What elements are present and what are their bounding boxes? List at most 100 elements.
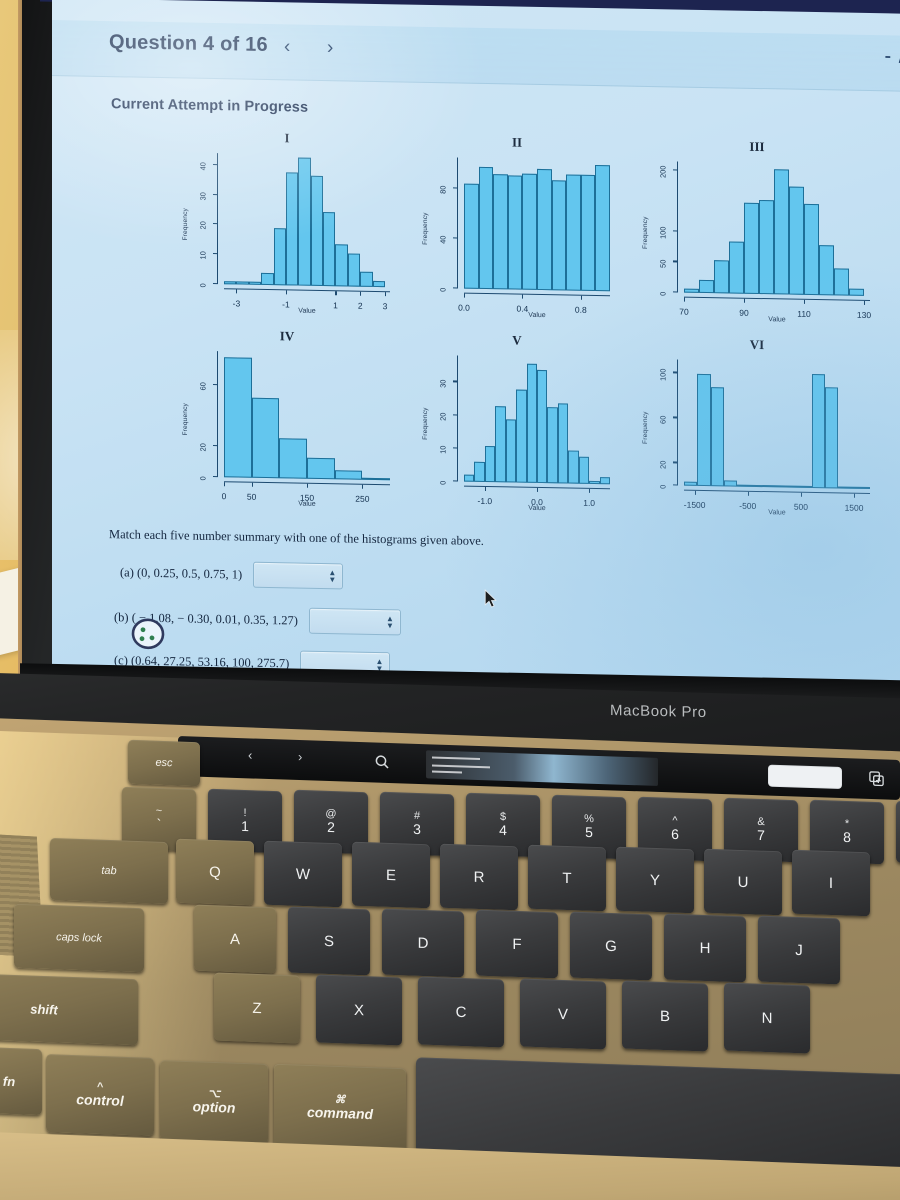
y-tick-mark xyxy=(453,237,457,239)
score-indicator: - / 2 xyxy=(884,45,900,68)
key-primary-label: X xyxy=(353,1001,364,1019)
key-j[interactable]: J xyxy=(758,915,840,985)
key-primary-label: N xyxy=(761,1009,773,1027)
histogram-title: II xyxy=(511,134,523,150)
key-control[interactable]: ^ control xyxy=(46,1054,154,1136)
key-primary-label: 6 xyxy=(671,825,679,843)
key-primary-label: shift xyxy=(30,1001,58,1017)
histogram-bar xyxy=(566,174,581,291)
x-tick-mark xyxy=(360,291,362,296)
key-secondary-label: & xyxy=(757,815,765,829)
option-b-select[interactable]: ▲ ▼ xyxy=(309,607,401,636)
x-tick-mark xyxy=(684,297,686,302)
key-9[interactable]: (9 xyxy=(896,801,900,866)
spinner-arrows-icon: ▲ ▼ xyxy=(386,614,394,631)
histogram-bar xyxy=(347,253,361,287)
histogram-bar xyxy=(599,477,610,485)
key-a[interactable]: A xyxy=(194,904,276,974)
y-tick-mark xyxy=(453,287,457,289)
key-secondary-label: ^ xyxy=(672,814,678,827)
x-tick-mark xyxy=(537,487,539,492)
histogram-panel-II: II 0 40 80 0.0 0.4 0.8 Frequency Value xyxy=(412,133,622,332)
histogram-title: III xyxy=(749,138,765,155)
y-tick-label: 0 xyxy=(658,291,668,296)
histogram-bar xyxy=(537,370,548,484)
key-esc[interactable]: esc xyxy=(128,739,200,787)
histogram-bar xyxy=(849,288,864,296)
touchbar-preview-thumbnail[interactable] xyxy=(426,750,658,786)
key-secondary-label: ! xyxy=(243,806,247,819)
touchbar-search-icon[interactable] xyxy=(374,754,390,771)
y-tick-label: 0 xyxy=(658,484,668,489)
y-axis-title: Frequency xyxy=(422,407,429,440)
y-tick-mark xyxy=(213,475,217,478)
key-u[interactable]: U xyxy=(704,848,782,915)
cookie-consent-icon[interactable] xyxy=(130,617,166,650)
histogram-bar xyxy=(804,203,819,296)
option-a-select[interactable]: ▲ ▼ xyxy=(253,561,344,590)
key-i[interactable]: I xyxy=(792,849,870,917)
key-f[interactable]: F xyxy=(476,909,558,979)
key-n[interactable]: N xyxy=(724,982,810,1054)
x-tick-mark xyxy=(362,484,364,489)
y-tick-mark xyxy=(673,484,677,486)
touchbar-slider[interactable] xyxy=(768,764,842,790)
histogram-title: VI xyxy=(749,336,765,353)
key-tab[interactable]: tab xyxy=(50,837,168,905)
histogram-bar xyxy=(798,485,812,488)
histogram-bar xyxy=(551,180,567,291)
key-command[interactable]: ⌘ command xyxy=(274,1063,406,1153)
x-tick-mark xyxy=(854,493,856,498)
key-r[interactable]: R xyxy=(440,843,518,911)
key-d[interactable]: D xyxy=(382,908,464,978)
histogram-bar xyxy=(323,211,336,287)
key-x[interactable]: X xyxy=(316,974,402,1046)
x-axis-title: Value xyxy=(528,311,546,320)
key-c[interactable]: C xyxy=(418,976,504,1048)
key-s[interactable]: S xyxy=(288,906,370,976)
key-v[interactable]: V xyxy=(520,978,606,1050)
key-shift[interactable]: shift xyxy=(0,972,138,1046)
histogram-plot-area: 0 50 100 200 70 90 110 130 xyxy=(659,161,871,320)
key-caps-lock[interactable]: caps lock xyxy=(14,903,144,973)
key-primary-label: I xyxy=(828,874,834,892)
touchbar-layers-icon[interactable] xyxy=(868,770,885,788)
laptop-screen: Question 4 of 16 ‹ › - / 2 Current Attem… xyxy=(52,0,900,686)
y-axis-line xyxy=(217,351,219,478)
histogram-bar xyxy=(537,168,552,291)
touchbar-next-icon[interactable]: › xyxy=(298,749,302,764)
histogram-bar xyxy=(710,387,724,487)
next-question-icon[interactable]: › xyxy=(327,37,333,59)
previous-question-icon[interactable]: ‹ xyxy=(284,36,290,58)
key-t[interactable]: T xyxy=(528,845,606,912)
key-primary-label: caps lock xyxy=(56,931,102,945)
x-tick-mark xyxy=(744,298,746,303)
histogram-bar xyxy=(589,480,600,485)
key-option[interactable]: ⌥ option xyxy=(160,1060,268,1144)
histogram-bar xyxy=(464,183,479,289)
key-secondary-label: $ xyxy=(499,811,507,824)
y-tick-mark xyxy=(453,380,457,382)
y-tick-mark xyxy=(213,223,217,225)
key-w[interactable]: W xyxy=(264,840,342,907)
histogram-bar xyxy=(251,397,280,479)
touchbar-prev-icon[interactable]: ‹ xyxy=(248,747,252,762)
key-fn[interactable]: fn xyxy=(0,1046,42,1116)
histogram-bar xyxy=(273,228,286,286)
y-axis-line xyxy=(457,355,459,482)
y-axis-line xyxy=(217,153,219,285)
key-h[interactable]: H xyxy=(664,913,746,983)
key-g[interactable]: G xyxy=(570,911,652,981)
key-e[interactable]: E xyxy=(352,841,430,909)
histogram-bar xyxy=(493,174,508,290)
x-axis-line xyxy=(464,292,610,297)
key-b[interactable]: B xyxy=(622,980,708,1052)
key-primary-label: ` xyxy=(156,816,162,833)
y-tick-label: 20 xyxy=(438,412,448,421)
histogram-bar xyxy=(495,405,506,483)
histogram-bar xyxy=(729,241,744,294)
histogram-bar xyxy=(824,386,839,489)
key-y[interactable]: Y xyxy=(616,846,694,914)
key-q[interactable]: Q xyxy=(176,838,254,906)
key-z[interactable]: Z xyxy=(214,972,300,1044)
